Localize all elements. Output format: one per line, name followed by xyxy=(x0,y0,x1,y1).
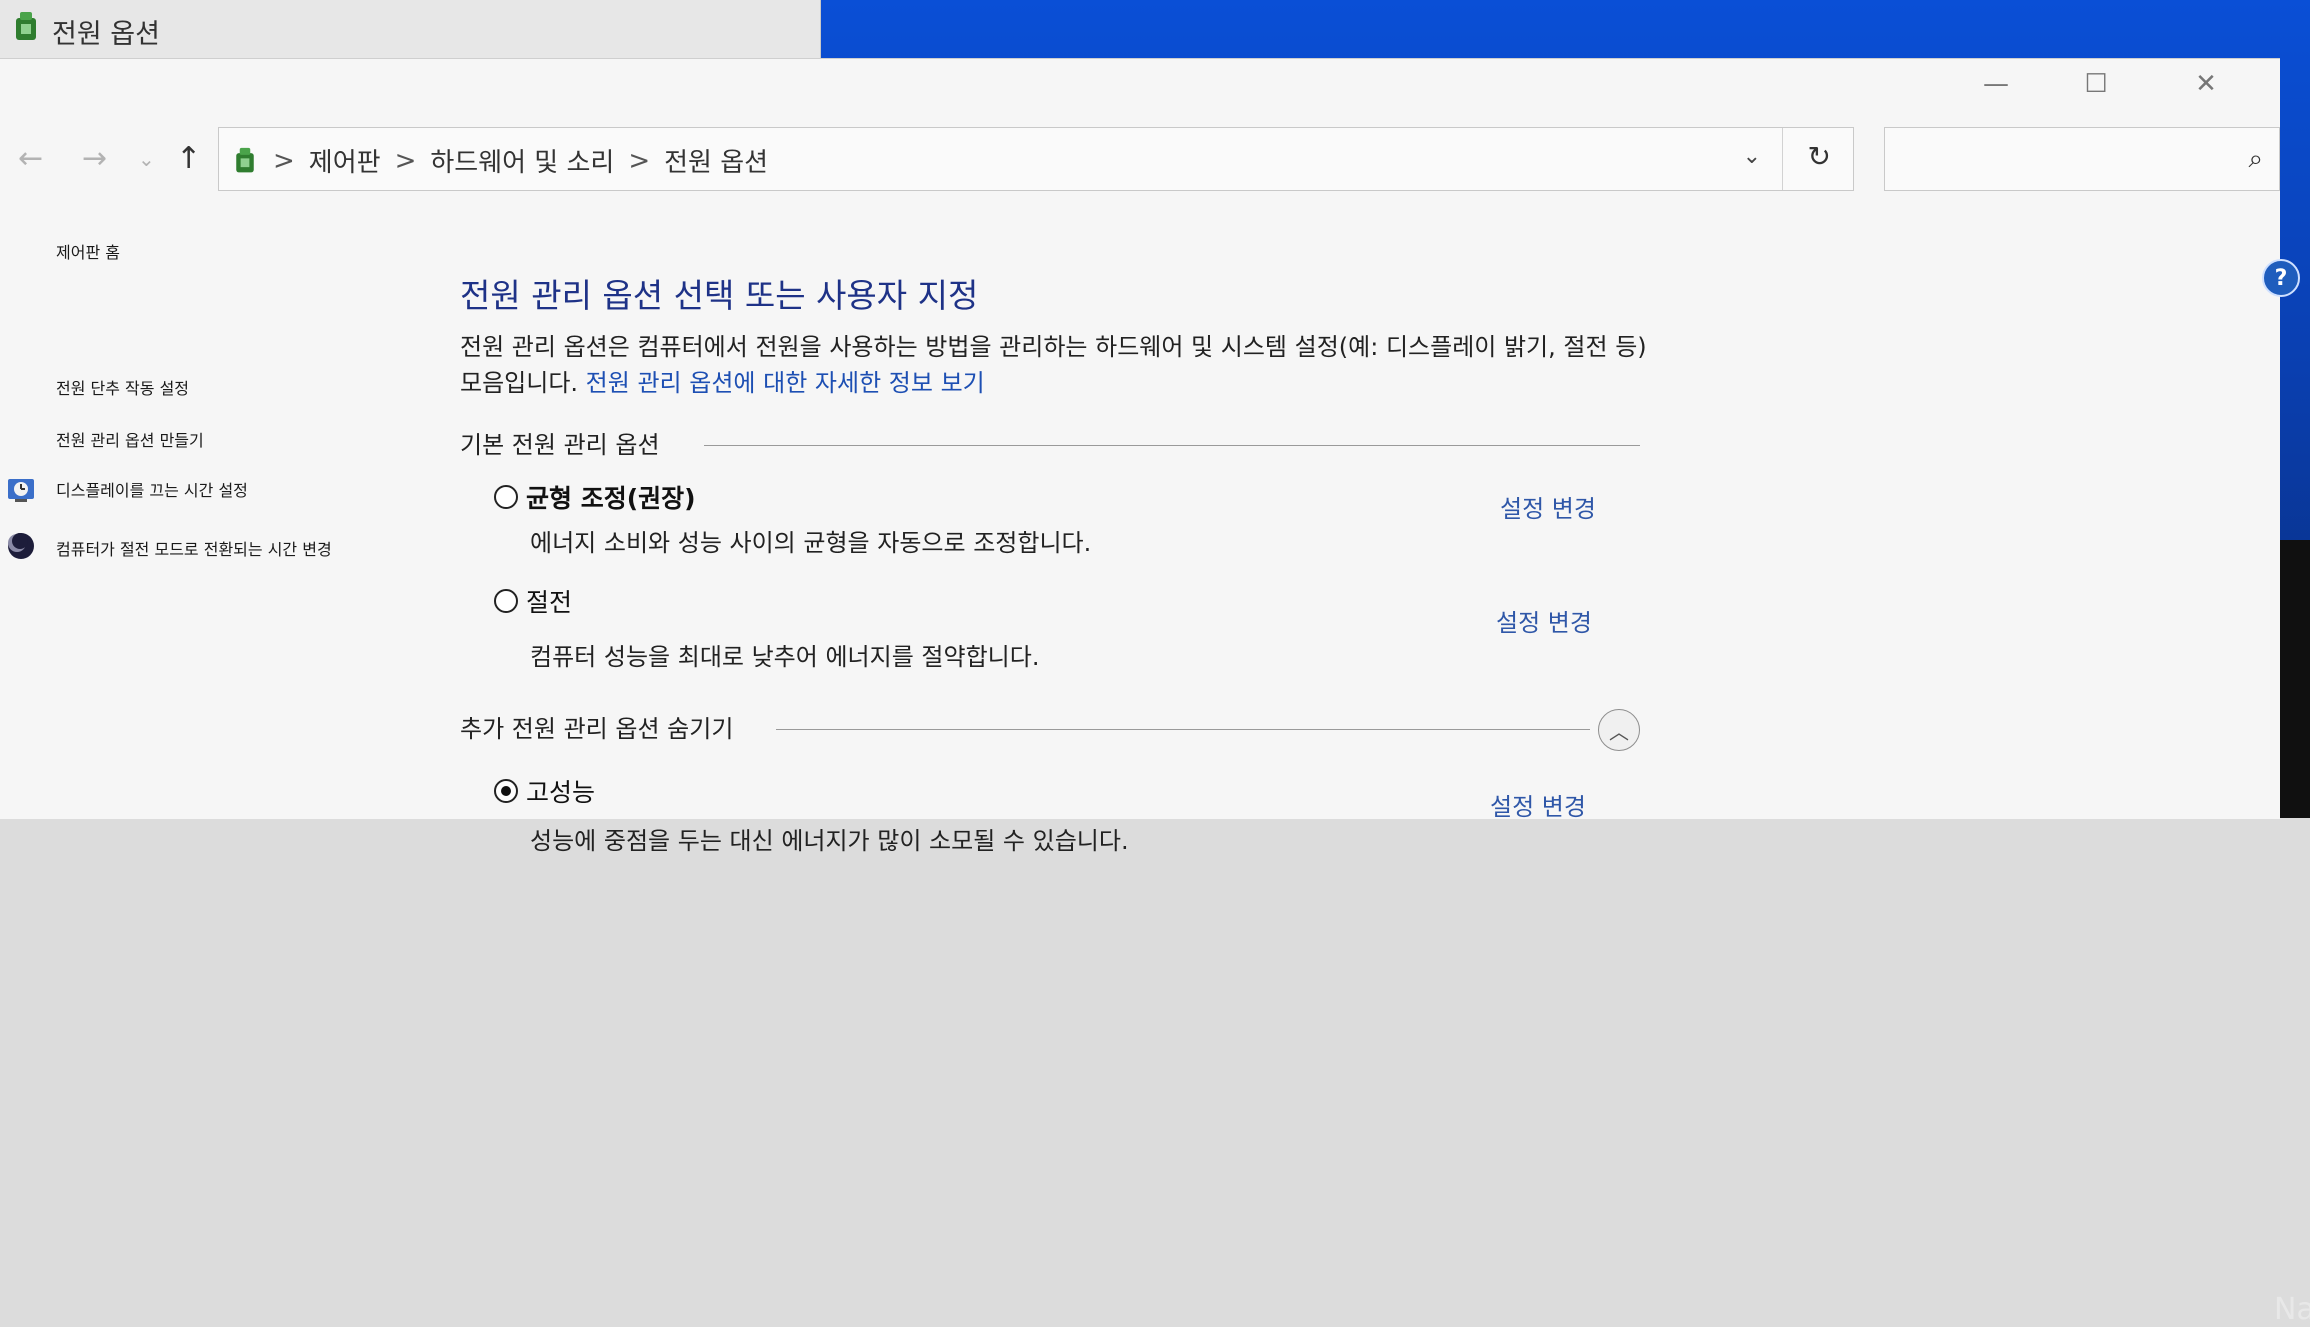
search-icon[interactable]: ⌕ xyxy=(2248,144,2263,175)
plan-power-saver-change-settings-link[interactable]: 설정 변경 xyxy=(1496,603,1592,638)
back-window-title: 전원 옵션 xyxy=(52,19,160,50)
sidebar-item-create-plan[interactable]: 전원 관리 옵션 만들기 xyxy=(56,427,204,451)
breadcrumb-power-options[interactable]: 전원 옵션 xyxy=(664,142,768,179)
section-divider xyxy=(704,445,1640,446)
taskbar-label: Na xyxy=(2274,1292,2310,1327)
breadcrumb-hardware-sound[interactable]: 하드웨어 및 소리 xyxy=(430,142,614,179)
refresh-icon[interactable]: ↻ xyxy=(1808,140,1831,173)
breadcrumb-separator: > xyxy=(394,145,417,176)
section-divider xyxy=(776,729,1590,730)
plan-balanced-radio[interactable] xyxy=(494,485,518,509)
breadcrumb-separator: > xyxy=(273,145,295,176)
sidebar-item-display-off-time[interactable]: 디스플레이를 끄는 시간 설정 xyxy=(56,477,248,501)
address-divider xyxy=(1782,128,1783,190)
breadcrumb-separator: > xyxy=(628,145,651,176)
plan-high-performance-radio[interactable] xyxy=(494,779,518,803)
maximize-button[interactable]: ☐ xyxy=(2046,59,2146,109)
plan-high-performance[interactable]: 고성능 xyxy=(494,773,595,809)
plan-balanced-label[interactable]: 균형 조정(권장) xyxy=(526,479,696,515)
recent-locations-chevron-icon[interactable]: ⌄ xyxy=(138,147,155,171)
plan-balanced-description: 에너지 소비와 성능 사이의 균형을 자동으로 조정합니다. xyxy=(530,529,1092,557)
back-arrow-icon[interactable]: ← xyxy=(18,141,43,176)
moon-icon xyxy=(8,533,34,559)
plan-high-performance-change-settings-link[interactable]: 설정 변경 xyxy=(1490,787,1586,822)
collapse-chevron-up-icon[interactable]: ︿ xyxy=(1598,709,1640,751)
section-basic-plans: 기본 전원 관리 옵션 xyxy=(460,431,660,459)
plan-high-performance-description: 성능에 중점을 두는 대신 에너지가 많이 소모될 수 있습니다. xyxy=(530,827,1129,855)
learn-more-link[interactable]: 전원 관리 옵션에 대한 자세한 정보 보기 xyxy=(586,369,985,397)
sidebar-item-control-panel-home[interactable]: 제어판 홈 xyxy=(56,239,120,263)
page-description: 전원 관리 옵션은 컴퓨터에서 전원을 사용하는 방법을 관리하는 하드웨어 및… xyxy=(460,329,1650,401)
page-title: 전원 관리 옵션 선택 또는 사용자 지정 xyxy=(460,276,979,315)
power-options-window: — ☐ ✕ ← → ⌄ ↑ > 제어판 > 하드웨어 및 소리 > 전원 옵션 … xyxy=(0,58,2300,855)
power-options-icon xyxy=(16,12,36,40)
minimize-button[interactable]: — xyxy=(1946,59,2046,109)
address-dropdown-chevron-icon[interactable]: ⌄ xyxy=(1743,144,1761,169)
section-additional-plans[interactable]: 추가 전원 관리 옵션 숨기기 xyxy=(460,709,733,744)
sidebar-item-sleep-time[interactable]: 컴퓨터가 절전 모드로 전환되는 시간 변경 xyxy=(56,533,396,567)
plan-power-saver-description: 컴퓨터 성능을 최대로 낮추어 에너지를 절약합니다. xyxy=(530,643,1040,671)
forward-arrow-icon[interactable]: → xyxy=(82,141,107,176)
search-input[interactable]: ⌕ xyxy=(1884,127,2280,191)
help-icon[interactable]: ? xyxy=(2262,259,2300,297)
plan-high-performance-label[interactable]: 고성능 xyxy=(526,773,595,809)
plan-power-saver-label[interactable]: 절전 xyxy=(526,583,572,619)
breadcrumb: > 제어판 > 하드웨어 및 소리 > 전원 옵션 xyxy=(231,142,768,179)
navigation-bar: ← → ⌄ ↑ > 제어판 > 하드웨어 및 소리 > 전원 옵션 ⌄ ↻ ⌕ xyxy=(0,111,2280,197)
plan-balanced-change-settings-link[interactable]: 설정 변경 xyxy=(1500,489,1596,524)
sidebar-item-power-buttons[interactable]: 전원 단추 작동 설정 xyxy=(56,375,189,399)
plan-power-saver-radio[interactable] xyxy=(494,589,518,613)
power-options-icon xyxy=(236,147,254,172)
clock-icon xyxy=(8,479,34,502)
back-window-titlebar[interactable]: 전원 옵션 xyxy=(0,0,821,60)
close-button[interactable]: ✕ xyxy=(2156,59,2256,109)
address-bar[interactable]: > 제어판 > 하드웨어 및 소리 > 전원 옵션 ⌄ ↻ xyxy=(218,127,1854,191)
breadcrumb-control-panel[interactable]: 제어판 xyxy=(309,142,381,179)
up-arrow-icon[interactable]: ↑ xyxy=(176,141,201,176)
plan-balanced[interactable]: 균형 조정(권장) xyxy=(494,479,696,515)
plan-power-saver[interactable]: 절전 xyxy=(494,583,572,619)
